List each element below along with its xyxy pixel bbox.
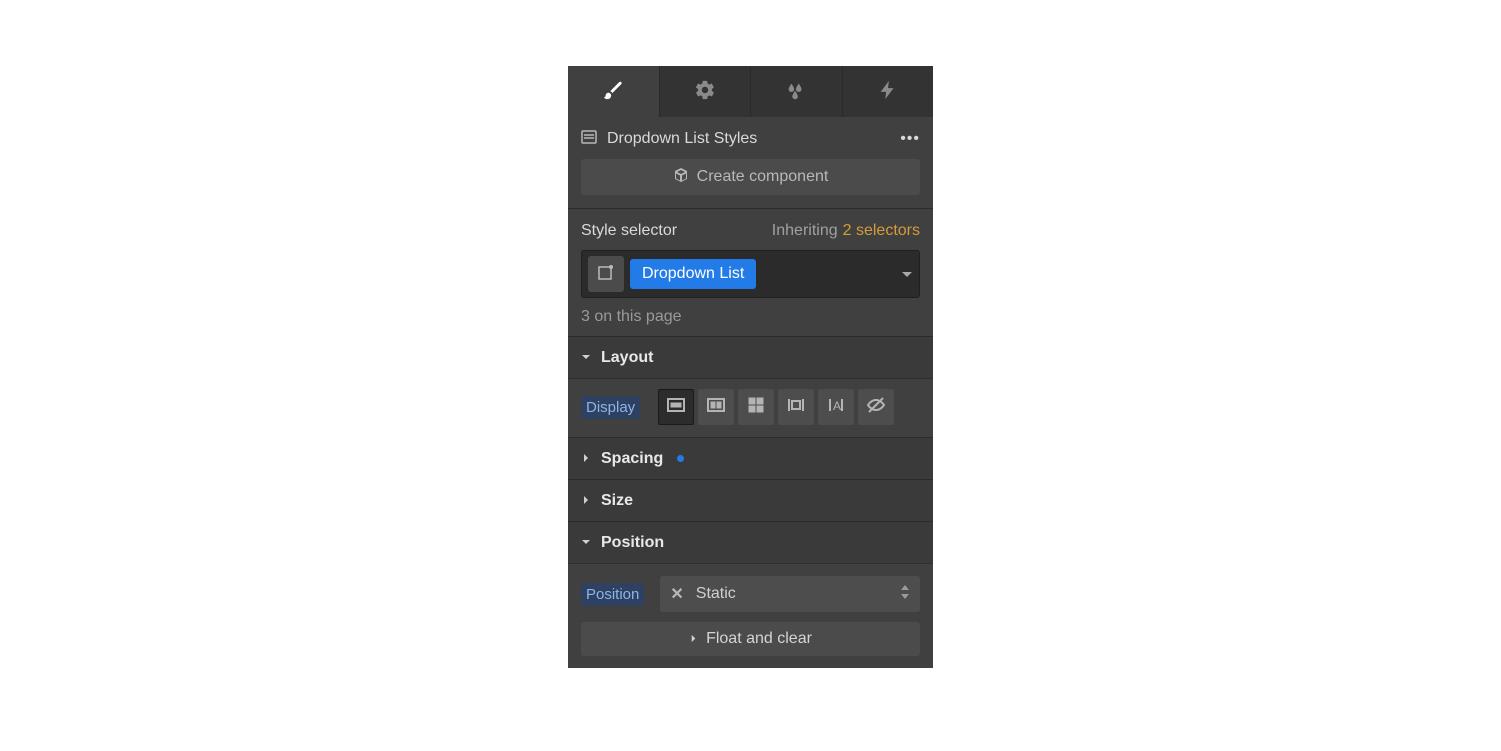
caret-right-icon — [581, 450, 591, 467]
position-row: Position ✕ Static — [581, 576, 920, 612]
inline-icon: A — [826, 395, 846, 419]
tab-effects[interactable] — [751, 66, 843, 117]
hidden-icon — [866, 395, 886, 419]
section-position-title: Position — [601, 534, 664, 552]
selector-input[interactable]: Dropdown List — [581, 250, 920, 298]
display-none-button[interactable] — [858, 389, 894, 425]
display-inline-block-button[interactable] — [778, 389, 814, 425]
section-size-header[interactable]: Size — [568, 479, 933, 521]
spacing-indicator — [677, 455, 684, 462]
create-component-label: Create component — [697, 168, 829, 186]
layout-body: Display A — [568, 378, 933, 437]
display-flex-button[interactable] — [698, 389, 734, 425]
element-icon — [581, 129, 597, 149]
flex-icon — [706, 395, 726, 419]
position-value: Static — [696, 585, 888, 603]
more-icon[interactable]: ••• — [900, 130, 920, 148]
inline-block-icon — [786, 395, 806, 419]
page-count: 3 on this page — [581, 308, 920, 326]
tab-style[interactable] — [568, 66, 660, 117]
section-layout-title: Layout — [601, 349, 653, 367]
gear-icon — [694, 79, 716, 105]
display-label: Display — [581, 396, 640, 419]
section-spacing-title: Spacing — [601, 450, 663, 468]
caret-down-icon — [901, 266, 913, 283]
style-selector-section: Style selector Inheriting 2 selectors Dr… — [568, 208, 933, 336]
drops-icon — [785, 79, 807, 105]
caret-right-icon — [689, 630, 698, 648]
svg-text:A: A — [833, 399, 841, 413]
caret-down-icon — [581, 534, 591, 551]
selector-target-button[interactable] — [588, 256, 624, 292]
style-panel: Dropdown List Styles ••• Create componen… — [568, 66, 933, 668]
brush-icon — [602, 79, 624, 105]
inheriting-label: Inheriting — [772, 222, 838, 240]
position-label: Position — [581, 583, 644, 606]
panel-tabbar — [568, 66, 933, 117]
caret-right-icon — [581, 492, 591, 509]
section-size-title: Size — [601, 492, 633, 510]
tab-interactions[interactable] — [843, 66, 934, 117]
section-position-header[interactable]: Position — [568, 521, 933, 563]
bolt-icon — [877, 79, 899, 105]
caret-down-icon — [581, 349, 591, 366]
section-layout-header[interactable]: Layout — [568, 336, 933, 378]
position-select[interactable]: ✕ Static — [660, 576, 920, 612]
display-inline-button[interactable]: A — [818, 389, 854, 425]
updown-icon — [900, 585, 910, 603]
style-selector-head: Style selector Inheriting 2 selectors — [581, 222, 920, 240]
tab-settings[interactable] — [660, 66, 752, 117]
float-clear-button[interactable]: Float and clear — [581, 622, 920, 656]
section-spacing-header[interactable]: Spacing — [568, 437, 933, 479]
block-icon — [666, 395, 686, 419]
display-grid-button[interactable] — [738, 389, 774, 425]
grid-icon — [746, 395, 766, 419]
selector-dropdown[interactable] — [901, 266, 913, 283]
element-title: Dropdown List Styles — [607, 130, 900, 148]
selector-tag[interactable]: Dropdown List — [630, 259, 756, 289]
cube-icon — [673, 167, 689, 188]
float-clear-label: Float and clear — [706, 630, 812, 648]
element-header: Dropdown List Styles ••• — [568, 117, 933, 159]
close-icon: ✕ — [670, 584, 683, 604]
display-block-button[interactable] — [658, 389, 694, 425]
create-component-button[interactable]: Create component — [581, 159, 920, 195]
position-body: Position ✕ Static Float and clear — [568, 563, 933, 668]
display-options: A — [658, 389, 894, 425]
style-selector-label: Style selector — [581, 222, 772, 240]
target-icon — [597, 263, 615, 285]
selectors-link[interactable]: 2 selectors — [843, 222, 920, 240]
